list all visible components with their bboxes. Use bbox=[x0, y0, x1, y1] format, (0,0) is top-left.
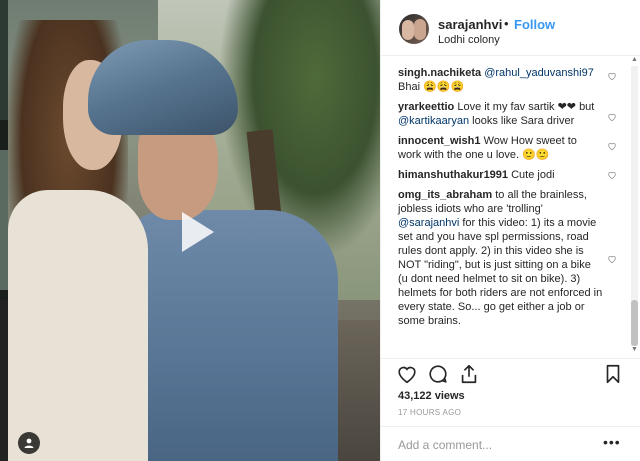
post-username[interactable]: sarajanhvi bbox=[438, 17, 502, 32]
add-comment-bar: ••• bbox=[381, 426, 640, 461]
action-bar bbox=[381, 358, 640, 388]
comment-text: looks like Sara driver bbox=[472, 115, 575, 127]
comment-like-heart-icon[interactable] bbox=[607, 112, 617, 122]
post-side-panel: sarajanhvi • Follow Lodhi colony singh.n… bbox=[380, 0, 640, 461]
location-link[interactable]: Lodhi colony bbox=[438, 34, 500, 46]
separator-dot: • bbox=[504, 16, 509, 31]
comment-like-heart-icon[interactable] bbox=[607, 71, 617, 81]
more-options-button[interactable]: ••• bbox=[603, 434, 621, 450]
comment-text: Bhai 😩😩😩 bbox=[398, 81, 465, 93]
comment-username[interactable]: singh.nachiketa bbox=[398, 67, 481, 79]
left-background-strip bbox=[0, 0, 8, 461]
post-header: sarajanhvi • Follow Lodhi colony bbox=[381, 0, 640, 56]
comments-list[interactable]: singh.nachiketa @rahul_yaduvanshi97 Bhai… bbox=[381, 66, 633, 356]
user-tag-icon[interactable] bbox=[18, 432, 40, 454]
heart-icon[interactable] bbox=[396, 363, 418, 385]
comment-text: for this video: 1) its a movie set and y… bbox=[398, 217, 603, 327]
comment-input[interactable] bbox=[398, 437, 598, 453]
comment-username[interactable]: omg_its_abraham bbox=[398, 189, 492, 201]
comment-like-heart-icon[interactable] bbox=[607, 170, 617, 180]
comment-username[interactable]: himanshuthakur1991 bbox=[398, 169, 508, 181]
comment-text: Cute jodi bbox=[511, 169, 555, 181]
play-icon[interactable] bbox=[168, 204, 224, 260]
follow-button[interactable]: Follow bbox=[514, 17, 555, 32]
comment-item: innocent_wish1 Wow How sweet to work wit… bbox=[381, 134, 633, 162]
comment-item: yrarkeettio Love it my fav sartik ❤❤ but… bbox=[381, 100, 633, 128]
comment-item: omg_its_abraham to all the brainless, jo… bbox=[381, 188, 633, 328]
post-timestamp: 17 HOURS AGO bbox=[398, 408, 462, 417]
video-player[interactable] bbox=[8, 0, 380, 461]
avatar[interactable] bbox=[399, 14, 429, 44]
comment-username[interactable]: yrarkeettio bbox=[398, 101, 454, 113]
comment-username[interactable]: innocent_wish1 bbox=[398, 135, 481, 147]
comment-item: singh.nachiketa @rahul_yaduvanshi97 Bhai… bbox=[381, 66, 633, 94]
scroll-down-arrow-icon[interactable]: ▼ bbox=[631, 346, 638, 354]
scroll-up-arrow-icon[interactable]: ▲ bbox=[631, 56, 638, 64]
comment-text: Love it my fav sartik ❤❤ but bbox=[457, 101, 595, 113]
scrollbar-thumb[interactable] bbox=[631, 300, 638, 346]
comment-like-heart-icon[interactable] bbox=[607, 141, 617, 151]
comment-mention[interactable]: @rahul_yaduvanshi97 bbox=[484, 67, 594, 79]
view-count[interactable]: 43,122 views bbox=[398, 390, 465, 402]
comment-mention[interactable]: @sarajanhvi bbox=[398, 217, 459, 229]
comment-mention[interactable]: @kartikaaryan bbox=[398, 115, 469, 127]
comments-scrollbar[interactable]: ▲ ▼ bbox=[629, 56, 639, 356]
comment-like-heart-icon[interactable] bbox=[607, 254, 617, 264]
bookmark-icon[interactable] bbox=[602, 363, 624, 385]
share-icon[interactable] bbox=[458, 363, 480, 385]
comment-icon[interactable] bbox=[427, 363, 449, 385]
comment-item: himanshuthakur1991 Cute jodi bbox=[381, 168, 633, 182]
